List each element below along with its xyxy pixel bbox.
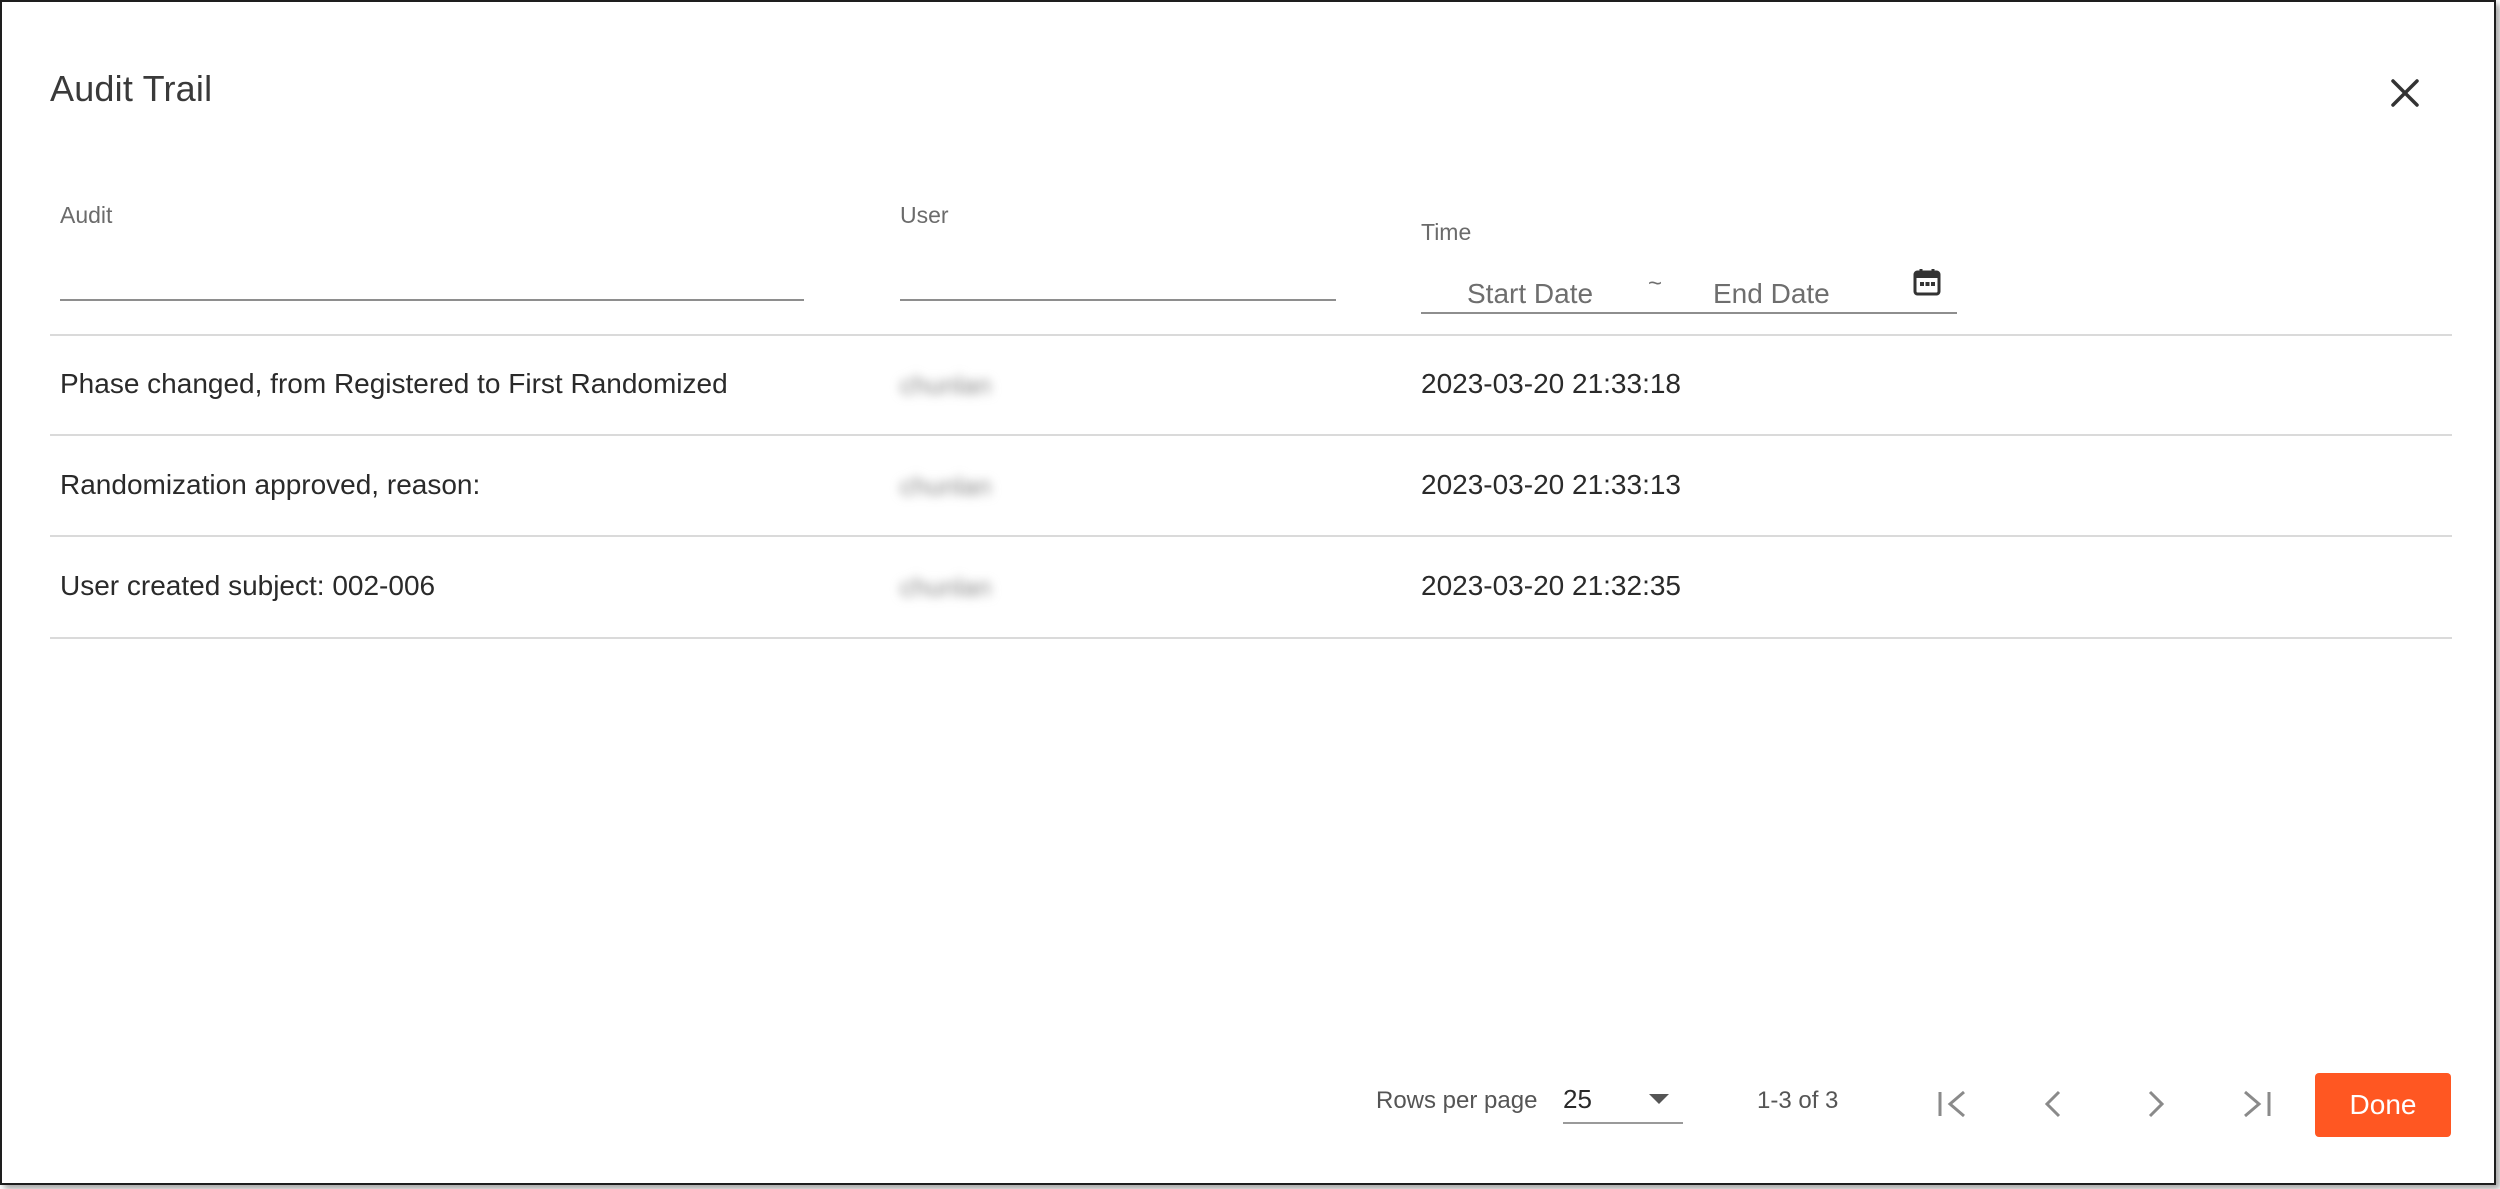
calendar-icon: [1913, 269, 1941, 296]
user-filter-label: User: [900, 202, 949, 228]
user-cell: chunlan: [900, 471, 992, 501]
audit-cell: Phase changed, from Registered to First …: [60, 368, 728, 399]
user-filter-underline: [900, 299, 1336, 301]
end-date-input[interactable]: End Date: [1713, 278, 1830, 310]
audit-filter-label: Audit: [60, 202, 113, 228]
user-cell: chunlan: [900, 572, 992, 602]
audit-filter-underline: [60, 299, 804, 301]
audit-filter-input[interactable]: [60, 254, 800, 294]
time-cell: 2023-03-20 21:33:13: [1421, 469, 1681, 500]
audit-trail-dialog: Audit Trail Audit User Time Start Date ~…: [0, 0, 2496, 1185]
rows-per-page-underline: [1563, 1122, 1683, 1124]
rows-per-page-select[interactable]: 25: [1563, 1078, 1683, 1124]
next-page-button[interactable]: [2133, 1082, 2177, 1126]
close-icon: [2391, 79, 2419, 107]
caret-down-icon: [1649, 1094, 1669, 1104]
row-divider: [50, 434, 2452, 436]
time-cell: 2023-03-20 21:33:18: [1421, 368, 1681, 399]
previous-page-button[interactable]: [2032, 1082, 2076, 1126]
user-filter-input[interactable]: [900, 254, 1334, 294]
date-range-separator: ~: [1648, 270, 1663, 297]
time-filter-label: Time: [1421, 219, 1472, 245]
user-cell: chunlan: [900, 370, 992, 400]
header-divider: [50, 334, 2452, 336]
row-divider: [50, 637, 2452, 639]
calendar-button[interactable]: [1912, 267, 1942, 297]
audit-cell: User created subject: 002-006: [60, 570, 436, 601]
close-button[interactable]: [2382, 70, 2428, 116]
time-filter-underline: [1421, 312, 1957, 314]
last-page-icon: [2244, 1090, 2271, 1118]
audit-cell: Randomization approved, reason:: [60, 469, 481, 500]
first-page-button[interactable]: [1931, 1082, 1975, 1126]
row-divider: [50, 535, 2452, 537]
rows-per-page-value: 25: [1563, 1084, 1592, 1114]
start-date-input[interactable]: Start Date: [1467, 278, 1593, 310]
last-page-button[interactable]: [2234, 1082, 2278, 1126]
pagination-range: 1-3 of 3: [1757, 1087, 1839, 1114]
time-cell: 2023-03-20 21:32:35: [1421, 570, 1681, 601]
first-page-icon: [1938, 1090, 1965, 1118]
chevron-right-icon: [2148, 1090, 2165, 1118]
rows-per-page-label: Rows per page: [1376, 1087, 1538, 1114]
dialog-title: Audit Trail: [50, 68, 213, 109]
done-button[interactable]: Done: [2315, 1073, 2451, 1137]
chevron-left-icon: [2044, 1090, 2061, 1118]
